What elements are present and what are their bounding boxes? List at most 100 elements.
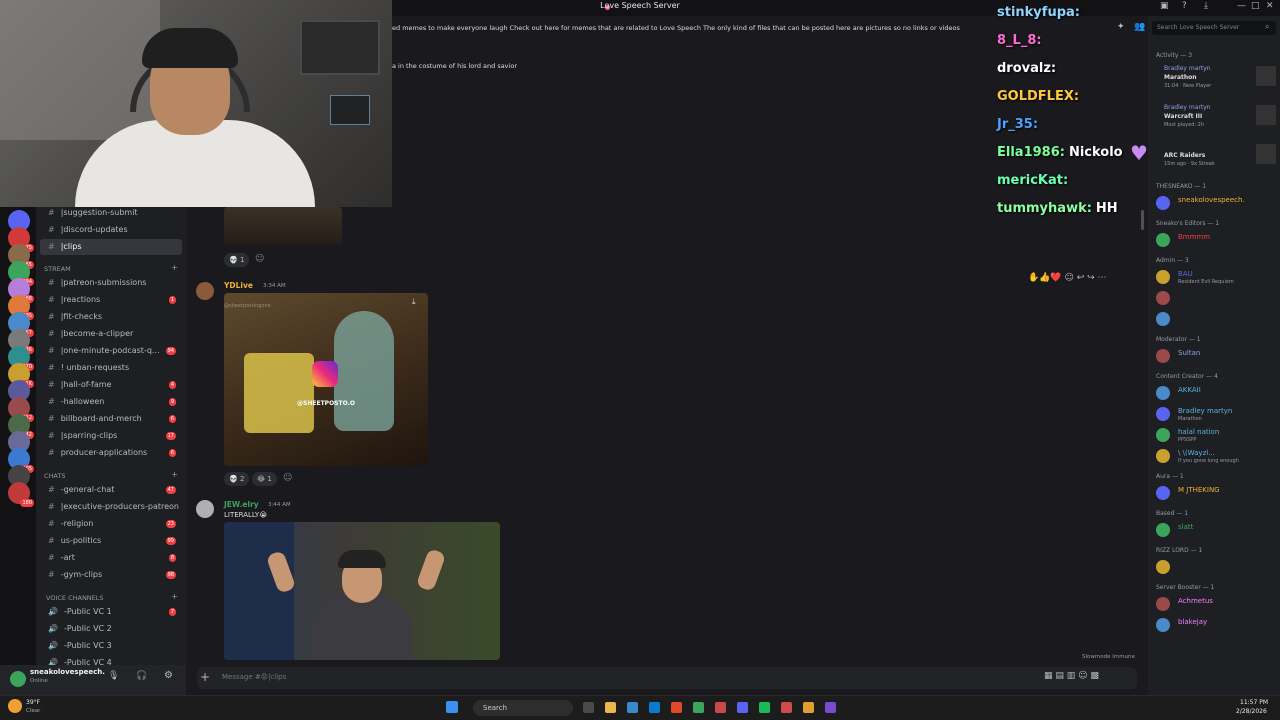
channel-item[interactable]: # -religion 23	[40, 516, 182, 532]
channel-item[interactable]: # -art 8	[40, 550, 182, 566]
previous-attachment[interactable]	[224, 207, 342, 245]
add-channel-icon[interactable]: +	[171, 263, 178, 272]
activity-card[interactable]: ARC Raiders 15m ago · 9x Streak	[1156, 142, 1276, 178]
channel-item[interactable]: 🔊 -Public VC 1 7	[40, 604, 182, 620]
reaction-skull[interactable]: 💀 1	[224, 253, 250, 267]
app-icon[interactable]	[803, 702, 814, 713]
clock-date[interactable]: 2/28/2026	[1236, 708, 1267, 715]
message-author[interactable]: JEW.elry	[224, 500, 259, 509]
close-button[interactable]: ✕	[1266, 1, 1274, 11]
server-icon[interactable]: 180	[8, 482, 34, 507]
category-voice[interactable]: VOICE CHANNELS	[46, 594, 104, 602]
channel-item[interactable]: # producer-applications 6	[40, 445, 182, 461]
channel-item[interactable]: # |become-a-clipper	[40, 326, 182, 342]
settings-gear-icon[interactable]: ⚙	[164, 670, 173, 681]
activity-card[interactable]: Bradley martyn Warcraft III Most played: 2…	[1156, 103, 1276, 139]
member-item[interactable]	[1156, 290, 1276, 308]
channel-item[interactable]: # |reactions 1	[40, 292, 182, 308]
avatar[interactable]	[196, 500, 214, 518]
add-channel-icon[interactable]: +	[171, 470, 178, 479]
attach-plus-icon[interactable]: +	[200, 670, 210, 684]
app-icon[interactable]	[715, 702, 726, 713]
explorer-icon[interactable]	[605, 702, 616, 713]
channel-item[interactable]: # |executive-producers-patreon	[40, 499, 182, 515]
member-item[interactable]: slatt	[1156, 522, 1276, 540]
channel-item[interactable]: 🔊 -Public VC 4	[40, 655, 182, 665]
message-input[interactable]	[222, 670, 922, 684]
weather-icon[interactable]	[8, 699, 22, 713]
channel-item[interactable]: # |one-minute-podcast-q... 94	[40, 343, 182, 359]
channel-item[interactable]: # billboard-and-merch 6	[40, 411, 182, 427]
avatar[interactable]	[10, 671, 26, 687]
inbox-icon[interactable]: ▣	[1160, 1, 1169, 11]
channel-item[interactable]: # us-politics 99	[40, 533, 182, 549]
channel-item[interactable]: # |patreon-submissions	[40, 275, 182, 291]
member-item[interactable]: \ \(Wayzl... If you gone long enough	[1156, 448, 1276, 466]
weather-temp[interactable]: 39°F	[26, 699, 40, 706]
reaction-skull[interactable]: 💀 2	[224, 472, 250, 486]
store-icon[interactable]	[693, 702, 704, 713]
help-icon[interactable]: ?	[1182, 1, 1187, 11]
office-icon[interactable]	[671, 702, 682, 713]
app-icon[interactable]	[781, 702, 792, 713]
spotify-icon[interactable]	[759, 702, 770, 713]
username[interactable]: sneakolovespeech.	[30, 668, 105, 676]
member-item[interactable]: Sultan	[1156, 348, 1276, 366]
scrollbar-thumb[interactable]	[1141, 210, 1144, 230]
message-image[interactable]	[224, 522, 500, 660]
download-icon[interactable]: ⤓	[1204, 1, 1208, 11]
channel-item[interactable]: # |fit-checks	[40, 309, 182, 325]
chrome-icon[interactable]	[649, 702, 660, 713]
channel-item[interactable]: # |suggestion-submit	[40, 207, 182, 221]
edge-icon[interactable]	[627, 702, 638, 713]
clock-time[interactable]: 11:57 PM	[1240, 699, 1268, 706]
taskbar-search[interactable]: Search	[473, 700, 573, 716]
search-input[interactable]: Search Love Speech Server	[1152, 21, 1276, 35]
member-item[interactable]: BAU Resident Evil Requiem	[1156, 269, 1276, 287]
reaction-laugh[interactable]: 😂 1	[252, 472, 277, 486]
download-icon[interactable]: ⤓	[412, 297, 416, 307]
channel-item[interactable]: # |sparring-clips 17	[40, 428, 182, 444]
discord-icon[interactable]	[737, 702, 748, 713]
member-item[interactable]: blakejay	[1156, 617, 1276, 635]
mic-icon[interactable]: 🎙	[108, 671, 119, 681]
category-chats[interactable]: CHATS	[44, 472, 65, 480]
member-item[interactable]: Achmetus	[1156, 596, 1276, 614]
member-list-icon[interactable]: 👥	[1134, 22, 1145, 32]
member-item[interactable]: sneakolovespeech.	[1156, 195, 1276, 213]
add-reaction-icon[interactable]: ☺	[283, 473, 292, 483]
channel-item[interactable]: # -general-chat 47	[40, 482, 182, 498]
headphones-icon[interactable]: 🎧	[136, 671, 147, 681]
avatar[interactable]	[196, 282, 214, 300]
minimize-button[interactable]: —	[1237, 1, 1246, 11]
channel-item[interactable]: # |hall-of-fame 4	[40, 377, 182, 393]
channel-item[interactable]: # ! unban-requests	[40, 360, 182, 376]
channel-item[interactable]: 🔊 -Public VC 3	[40, 638, 182, 654]
message-image[interactable]: @sheetpostingone @SHEETPOSTO.O ⤓	[224, 293, 428, 466]
message-author[interactable]: YDLive	[224, 281, 253, 290]
channel-item[interactable]: # -gym-clips 98	[40, 567, 182, 583]
member-item[interactable]	[1156, 559, 1276, 577]
message-hover-toolbar[interactable]: ✋👍❤️ ☺ ↩ ↪ ⋯	[1028, 273, 1107, 283]
activity-card[interactable]: Bradley martyn Marathon 31:04 · New Player	[1156, 64, 1276, 100]
add-channel-icon[interactable]: +	[171, 592, 178, 601]
maximize-button[interactable]: □	[1251, 1, 1260, 11]
category-stream[interactable]: STREAM	[44, 265, 71, 273]
app-icon[interactable]	[825, 702, 836, 713]
add-reaction-icon[interactable]: ☺	[255, 254, 264, 264]
member-item[interactable]: Bmmmm	[1156, 232, 1276, 250]
channel-item[interactable]: # |clips	[40, 239, 182, 255]
channel-item[interactable]: 🔊 -Public VC 2	[40, 621, 182, 637]
member-item[interactable]: Bradley martyn Marathon	[1156, 406, 1276, 424]
pin-icon[interactable]: ✦	[1117, 22, 1125, 32]
channel-item[interactable]: # -halloween 9	[40, 394, 182, 410]
composer-tools[interactable]: ▦ ▤ ▥ ☺ ▩	[1044, 671, 1099, 681]
task-view-icon[interactable]	[583, 702, 594, 713]
member-item[interactable]	[1156, 311, 1276, 329]
member-item[interactable]: AKKAII	[1156, 385, 1276, 403]
member-item[interactable]: M JTHEKING	[1156, 485, 1276, 503]
channel-name: -Public VC 3	[63, 641, 112, 650]
channel-item[interactable]: # |discord-updates	[40, 222, 182, 238]
start-icon[interactable]	[446, 701, 458, 713]
member-item[interactable]: halal nation PPSSPP	[1156, 427, 1276, 445]
